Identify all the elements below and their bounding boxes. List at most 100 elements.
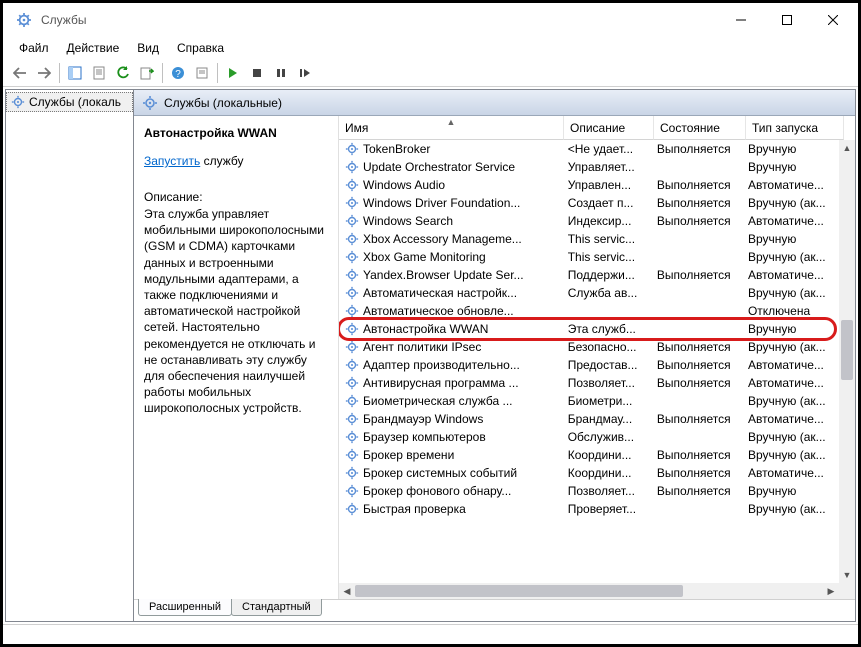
service-name: Антивирусная программа ... xyxy=(363,376,519,390)
service-name: Windows Audio xyxy=(363,178,445,192)
column-description[interactable]: Описание xyxy=(564,116,654,140)
maximize-button[interactable] xyxy=(764,5,810,35)
table-row[interactable]: Браузер компьютеровОбслужив...Вручную (а… xyxy=(339,428,839,446)
table-row[interactable]: Биометрическая служба ...Биометри...Вруч… xyxy=(339,392,839,410)
table-row[interactable]: Xbox Accessory Manageme...This servic...… xyxy=(339,230,839,248)
table-row[interactable]: Автоматическое обновле...Отключена xyxy=(339,302,839,320)
titlebar[interactable]: Службы xyxy=(3,3,858,37)
table-row[interactable]: Агент политики IPsecБезопасно...Выполняе… xyxy=(339,338,839,356)
column-desc-label: Описание xyxy=(570,121,625,135)
table-row[interactable]: Антивирусная программа ...Позволяет...Вы… xyxy=(339,374,839,392)
scroll-down-icon[interactable]: ▼ xyxy=(839,567,855,583)
cell-description: Биометри... xyxy=(562,394,651,408)
tree-item-services-local[interactable]: Службы (локаль xyxy=(6,92,133,112)
refresh-button[interactable] xyxy=(112,62,134,84)
table-row[interactable]: Брокер фонового обнару...Позволяет...Вып… xyxy=(339,482,839,500)
cell-description: <Не удает... xyxy=(562,142,651,156)
scroll-track[interactable] xyxy=(839,156,855,567)
cell-name: Windows Audio xyxy=(339,178,562,192)
table-row[interactable]: Автоматическая настройк...Служба ав... Вр… xyxy=(339,284,839,302)
service-name: Xbox Accessory Manageme... xyxy=(363,232,522,246)
help-button[interactable]: ? xyxy=(167,62,189,84)
table-row[interactable]: Update Orchestrator ServiceУправляет...В… xyxy=(339,158,839,176)
service-name: Браузер компьютеров xyxy=(363,430,486,444)
minimize-button[interactable] xyxy=(718,5,764,35)
nav-forward-button[interactable] xyxy=(33,62,55,84)
horizontal-scrollbar[interactable]: ◀ ▶ xyxy=(339,583,839,599)
scroll-left-icon[interactable]: ◀ xyxy=(339,583,355,599)
scroll-thumb[interactable] xyxy=(841,320,853,380)
scroll-track[interactable] xyxy=(355,583,823,599)
scroll-right-icon[interactable]: ▶ xyxy=(823,583,839,599)
cell-state: Выполняется xyxy=(651,178,742,192)
cell-startup: Автоматиче... xyxy=(742,358,839,372)
nav-back-button[interactable] xyxy=(9,62,31,84)
start-service-button[interactable] xyxy=(222,62,244,84)
service-icon xyxy=(345,448,359,462)
table-row[interactable]: Yandex.Browser Update Ser...Поддержи...В… xyxy=(339,266,839,284)
column-startup[interactable]: Тип запуска xyxy=(746,116,844,140)
scroll-up-icon[interactable]: ▲ xyxy=(839,140,855,156)
start-service-link[interactable]: Запустить xyxy=(144,154,200,168)
pane-body: Автонастройка WWAN Запустить службу Опис… xyxy=(134,116,855,599)
pause-service-button[interactable] xyxy=(270,62,292,84)
table-row[interactable]: Автонастройка WWANЭта служб...Вручную xyxy=(339,320,839,338)
cell-description: Проверяет... xyxy=(562,502,651,516)
menu-help[interactable]: Справка xyxy=(169,39,232,57)
tree-pane[interactable]: Службы (локаль xyxy=(6,90,134,621)
stop-service-button[interactable] xyxy=(246,62,268,84)
cell-name: Агент политики IPsec xyxy=(339,340,562,354)
cell-name: Автоматическая настройк... xyxy=(339,286,562,300)
cell-description: Обслужив... xyxy=(562,430,651,444)
toolbar-sep xyxy=(217,63,218,83)
menu-file[interactable]: Файл xyxy=(11,39,57,57)
window-title: Службы xyxy=(41,13,718,27)
column-name-label: Имя xyxy=(345,121,368,135)
cell-startup: Автоматиче... xyxy=(742,466,839,480)
cell-startup: Отключена xyxy=(742,304,839,318)
cell-startup: Вручную (ак... xyxy=(742,448,839,462)
table-row[interactable]: Адаптер производительно...Предостав...Вы… xyxy=(339,356,839,374)
table-row[interactable]: Брандмауэр WindowsБрандмау...Выполняется… xyxy=(339,410,839,428)
service-name: Брокер фонового обнару... xyxy=(363,484,511,498)
svg-text:?: ? xyxy=(175,69,181,80)
column-name[interactable]: Имя▲ xyxy=(339,116,564,140)
scroll-thumb[interactable] xyxy=(355,585,683,597)
tab-extended[interactable]: Расширенный xyxy=(138,599,232,616)
properties-button[interactable] xyxy=(88,62,110,84)
restart-service-button[interactable] xyxy=(294,62,316,84)
cell-name: Автонастройка WWAN xyxy=(339,322,562,336)
table-row[interactable]: Windows SearchИндексир...ВыполняетсяАвто… xyxy=(339,212,839,230)
cell-state: Выполняется xyxy=(651,142,742,156)
cell-description: Служба ав... xyxy=(562,286,651,300)
cell-startup: Вручную xyxy=(742,160,839,174)
cell-description: Позволяет... xyxy=(562,376,651,390)
service-icon xyxy=(345,214,359,228)
properties2-button[interactable] xyxy=(191,62,213,84)
table-row[interactable]: Быстрая проверкаПроверяет...Вручную (ак.… xyxy=(339,500,839,518)
table-row[interactable]: TokenBroker<Не удает...ВыполняетсяВручну… xyxy=(339,140,839,158)
cell-description: Координи... xyxy=(562,466,651,480)
table-row[interactable]: Windows AudioУправлен...ВыполняетсяАвтом… xyxy=(339,176,839,194)
vertical-scrollbar[interactable]: ▲ ▼ xyxy=(839,140,855,583)
service-name: Брокер времени xyxy=(363,448,454,462)
cell-startup: Вручную (ак... xyxy=(742,286,839,300)
services-icon xyxy=(11,95,25,109)
cell-state: Выполняется xyxy=(651,214,742,228)
table-row[interactable]: Брокер системных событийКоордини...Выпол… xyxy=(339,464,839,482)
tab-standard[interactable]: Стандартный xyxy=(231,599,322,616)
export-list-button[interactable] xyxy=(136,62,158,84)
service-name: Автонастройка WWAN xyxy=(363,322,488,336)
table-row[interactable]: Xbox Game MonitoringThis servic...Вручну… xyxy=(339,248,839,266)
cell-startup: Вручную (ак... xyxy=(742,196,839,210)
tabs-footer: Расширенный Стандартный xyxy=(134,599,855,621)
table-row[interactable]: Windows Driver Foundation...Создает п...… xyxy=(339,194,839,212)
cell-name: Быстрая проверка xyxy=(339,502,562,516)
column-state[interactable]: Состояние xyxy=(654,116,746,140)
menu-view[interactable]: Вид xyxy=(129,39,167,57)
table-row[interactable]: Брокер времениКоордини...ВыполняетсяВруч… xyxy=(339,446,839,464)
menu-action[interactable]: Действие xyxy=(59,39,128,57)
show-hide-tree-button[interactable] xyxy=(64,62,86,84)
column-start-label: Тип запуска xyxy=(752,121,818,135)
close-button[interactable] xyxy=(810,5,856,35)
